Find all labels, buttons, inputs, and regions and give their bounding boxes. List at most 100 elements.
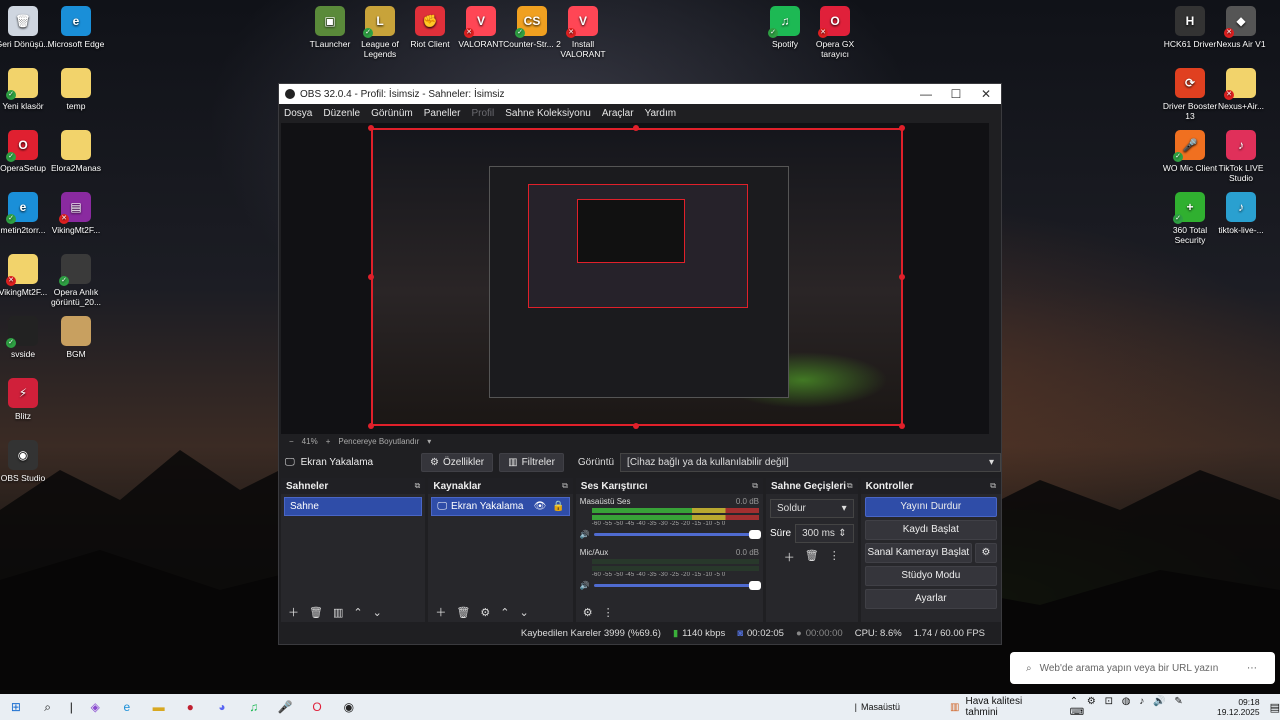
desktop-icon[interactable]: e Microsoft Edge [43,6,109,49]
menu-item[interactable]: Araçlar [602,108,634,119]
desktop-icon[interactable]: O ✕ Opera GX tarayıcı [802,6,868,59]
trash-icon[interactable]: 🗑 [805,549,819,565]
desktop-icon[interactable]: ♪ tiktok-live-... [1208,192,1274,235]
microphone-icon[interactable]: 🎤 [275,696,297,718]
weather-widget[interactable]: ▥ Hava kalitesi tahmini [950,696,1056,718]
search-icon[interactable]: ⌕ [37,696,59,718]
more-icon[interactable]: ⋮ [603,606,614,619]
preview-canvas[interactable] [371,128,903,426]
resize-handle[interactable] [899,274,905,280]
resize-handle[interactable] [368,274,374,280]
eye-icon[interactable]: 👁 [534,501,547,512]
desktop-icon[interactable]: ◉ OBS Studio [0,440,56,483]
obs-icon[interactable]: ◉ [338,696,360,718]
gear-icon[interactable]: ⚙ [975,543,997,563]
trash-icon[interactable]: 🗑 [456,606,470,619]
chevron-down-icon[interactable]: ▾ [427,437,431,446]
desktop-icon[interactable]: ◆ ✕ Nexus Air V1 [1208,6,1274,49]
windows-start-icon[interactable]: ⊞ [5,696,27,718]
discord-icon[interactable]: ◕ [211,696,233,718]
settings-button[interactable]: Ayarlar [864,589,997,609]
menu-item[interactable]: Yardım [645,108,677,119]
notification-icon[interactable]: ▤ [1270,701,1280,714]
desktop-toggle[interactable]: | Masaüstü [855,702,900,712]
float-icon[interactable]: ⧉ [415,481,421,491]
more-icon[interactable]: ⋮ [829,549,840,565]
desktop-icon[interactable]: ♪ TikTok LIVE Studio [1208,130,1274,183]
spotify-icon[interactable]: ♫ [243,696,265,718]
up-arrow-icon[interactable]: ⌃ [500,606,509,619]
copilot-icon[interactable]: ◈ [84,696,106,718]
desktop-icon[interactable]: ✓ Opera Anlık görüntü_20... [43,254,109,307]
studio-mode-button[interactable]: Stüdyo Modu [864,566,997,586]
scene-item[interactable]: Sahne [284,497,423,516]
float-icon[interactable]: ⧉ [847,481,853,491]
gear-icon[interactable]: ⚙ [583,606,593,619]
lock-icon[interactable]: 🔒 [552,501,564,512]
trash-icon[interactable]: 🗑 [309,606,323,619]
minimize-button[interactable]: — [911,87,941,101]
duration-input[interactable]: 300 ms ⇕ [795,524,854,543]
desktop-icon[interactable]: V ✕ Install VALORANT [550,6,616,59]
add-icon[interactable]: ＋ [435,604,446,620]
menu-item[interactable]: Profil [471,108,494,119]
virtual-camera-button[interactable]: Sanal Kamerayı Başlat [864,543,972,563]
desktop-icon[interactable]: ▤ ✕ VikingMt2F... [43,192,109,235]
filter-icon[interactable]: ▥ [333,606,343,619]
add-icon[interactable]: ＋ [288,604,299,620]
speaker-icon[interactable]: 🔊 [580,581,590,590]
browser-search-bar[interactable]: ⌕ Web'de arama yapın veya bir URL yazın … [1010,652,1275,684]
down-arrow-icon[interactable]: ⌄ [519,606,528,619]
zoom-out-icon[interactable]: − [289,437,294,446]
down-arrow-icon[interactable]: ⌄ [373,606,382,619]
menu-item[interactable]: Sahne Koleksiyonu [505,108,591,119]
desktop-icon[interactable]: ✕ Nexus+Air... [1208,68,1274,111]
zoom-mode[interactable]: Pencereye Boyutlandır [338,437,419,446]
volume-knob[interactable] [748,581,761,590]
add-icon[interactable]: ＋ [784,549,795,565]
desktop-icon[interactable]: temp [43,68,109,111]
tray-icons[interactable]: ⌃ ⚙ ⊡ ◍ ♪ 🔊 ✎ ⌨ [1070,696,1207,718]
opera-icon[interactable]: O [306,696,328,718]
file-explorer-icon[interactable]: ▬ [148,696,170,718]
source-item[interactable]: 🖵 Ekran Yakalama 👁 🔒 [431,497,570,516]
resize-handle[interactable] [368,423,374,429]
resize-handle[interactable] [899,423,905,429]
edge-icon[interactable]: e [116,696,138,718]
menu-item[interactable]: Görünüm [371,108,413,119]
float-icon[interactable]: ⧉ [990,481,996,491]
desktop-icon[interactable]: ⚡ Blitz [0,378,56,421]
clock[interactable]: 09:18 19.12.2025 [1217,697,1260,717]
menu-item[interactable]: Dosya [284,108,312,119]
stepper-icon[interactable]: ⇕ [838,528,846,539]
volume-knob[interactable] [748,530,761,539]
more-icon[interactable]: ⋯ [1247,663,1257,674]
menu-item[interactable]: Düzenle [323,108,360,119]
desktop-icon[interactable]: BGM [43,316,109,359]
close-button[interactable]: ✕ [971,87,1001,101]
obs-titlebar[interactable]: OBS 32.0.4 - Profil: İsimsiz - Sahneler:… [279,84,1001,104]
preview-area[interactable] [281,123,989,434]
volume-slider[interactable] [593,581,761,590]
start-recording-button[interactable]: Kaydı Başlat [864,520,997,540]
resize-handle[interactable] [633,423,639,429]
speaker-icon[interactable]: 🔊 [580,530,590,539]
menu-item[interactable]: Paneller [424,108,461,119]
display-select[interactable]: [Cihaz bağlı ya da kullanılabilir değil]… [620,452,1001,472]
float-icon[interactable]: ⧉ [752,481,758,491]
transition-select[interactable]: Soldur ▾ [769,499,854,518]
maximize-button[interactable]: ☐ [941,87,971,101]
gear-icon[interactable]: ⚙ [480,606,490,619]
resize-handle[interactable] [899,125,905,131]
filters-button[interactable]: ▥ Filtreler [499,452,564,472]
up-arrow-icon[interactable]: ⌃ [353,606,362,619]
resize-handle[interactable] [633,125,639,131]
riot-icon[interactable]: ● [179,696,201,718]
float-icon[interactable]: ⧉ [562,481,568,491]
desktop-icon[interactable]: Elora2Manas [43,130,109,173]
zoom-in-icon[interactable]: + [326,437,331,446]
resize-handle[interactable] [368,125,374,131]
properties-button[interactable]: ⚙ Özellikler [421,452,494,472]
stop-streaming-button[interactable]: Yayını Durdur [864,497,997,517]
volume-slider[interactable] [593,530,761,539]
